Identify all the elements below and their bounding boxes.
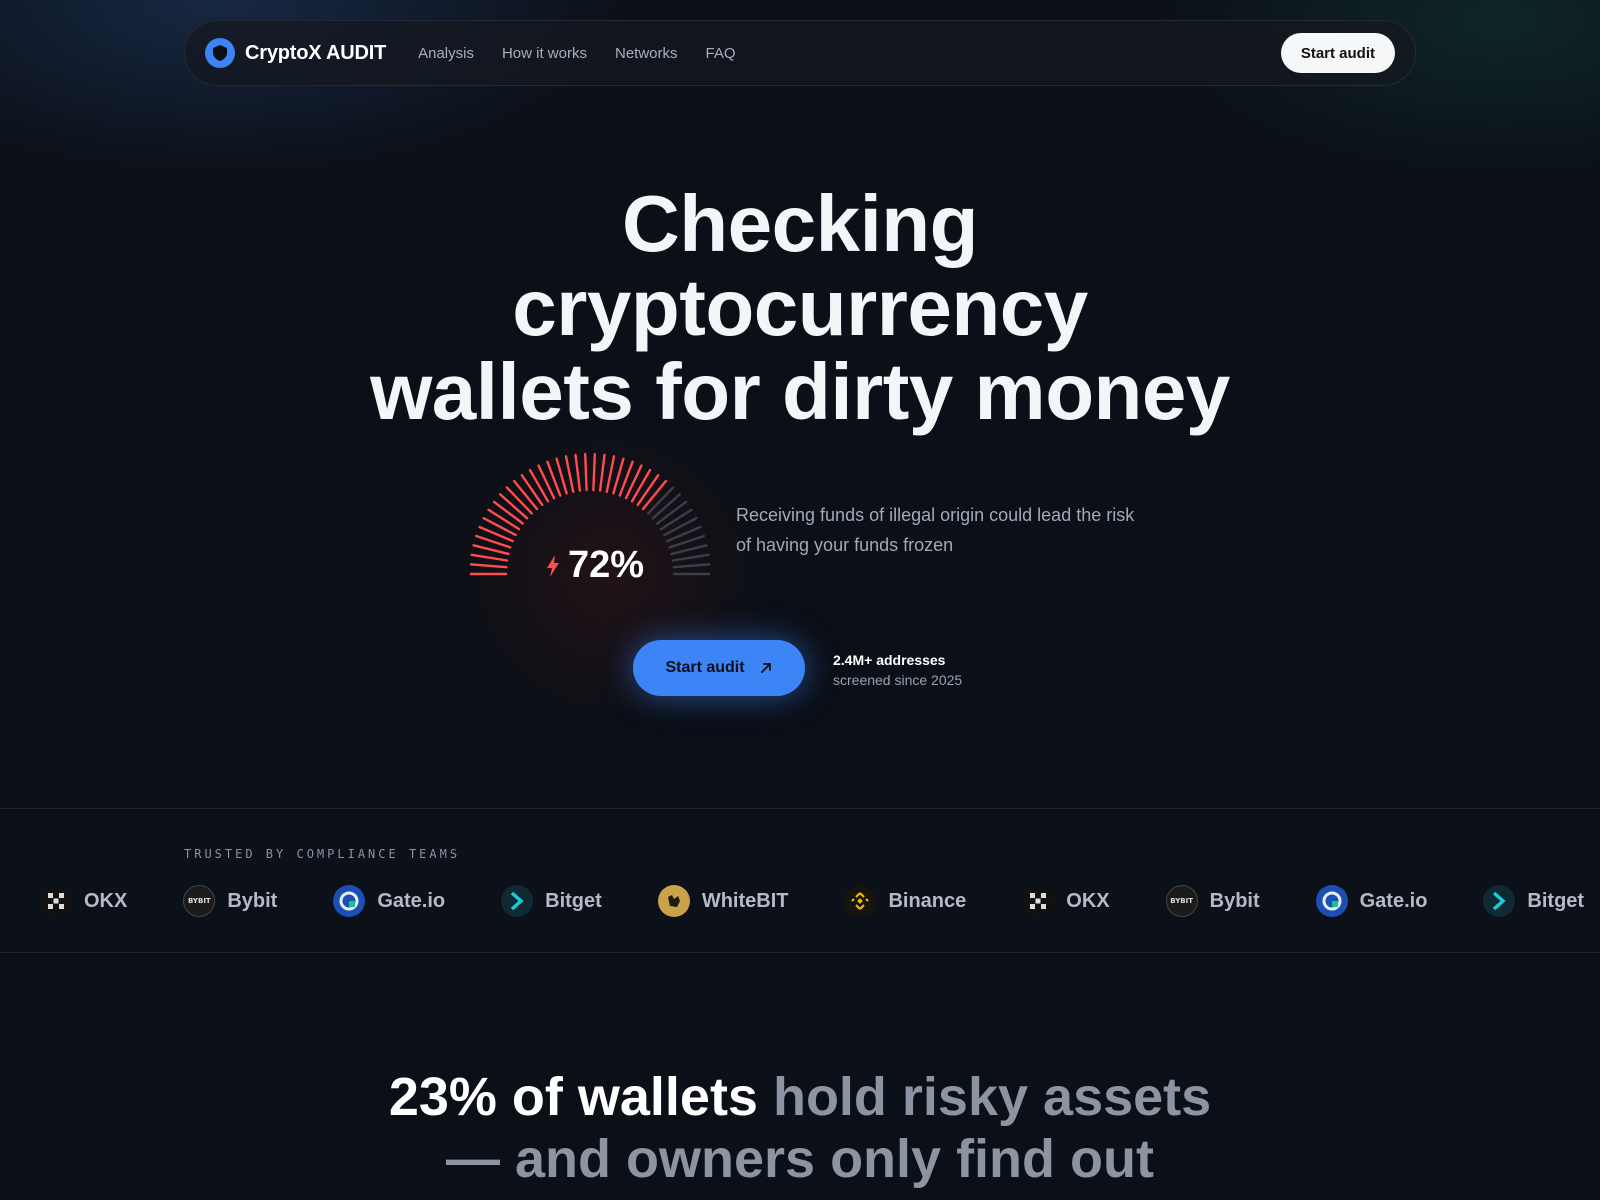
hero-title: Checking cryptocurrency wallets for dirt… [0,182,1600,434]
gauge-tick [482,516,517,537]
hero-title-line-1: Checking [621,179,979,268]
logo-label: Bitget [1527,889,1585,912]
addresses-stat: 2.4M+ addresses screened since 2025 [833,650,962,690]
logo-label: WhiteBIT [701,889,789,912]
exchange-logos: OKX BYBIT Bybit Gate.io Bitget WhiteBIT … [40,885,1584,917]
gauge-tick [651,493,682,520]
hero-title-line-2: cryptocurrency [512,263,1088,352]
gauge-tick [528,468,550,503]
headline-highlight: 23% of wallets [388,1067,758,1127]
logo-bybit: BYBIT Bybit [1165,885,1260,917]
start-audit-button[interactable]: Start audit [633,640,805,696]
gauge-tick [564,455,575,493]
nav-link-faq[interactable]: FAQ [706,45,736,62]
trusted-by-strip: TRUSTED BY COMPLIANCE TEAMS OKX BYBIT By… [0,808,1600,953]
lightning-icon [547,554,559,577]
nav-start-audit-button[interactable]: Start audit [1280,33,1395,73]
bitget-icon [501,885,534,917]
gauge-tick [605,455,616,493]
arrow-up-right-icon [760,663,771,673]
whitebit-icon [657,885,690,917]
gauge-tick [512,479,539,511]
gauge-tick [663,516,698,537]
bitget-icon [1483,885,1516,917]
logo-okx: OKX [1022,885,1110,917]
logo-label: Gate.io [1359,889,1428,912]
logo-bitget: Bitget [1483,885,1584,917]
gauge-tick [499,493,529,520]
gauge-tick [598,453,606,492]
gauge-tick [487,508,521,531]
brand[interactable]: CryptoX AUDIT [205,38,386,68]
logo-bybit: BYBIT Bybit [183,885,277,917]
logo-gateio: Gate.io [1315,885,1428,917]
gauge-tick [646,486,675,515]
logo-okx: OKX [40,885,127,917]
gauge-tick [671,553,710,562]
headline-line-1: 23% of wallets hold risky assets [0,1066,1600,1128]
logo-whitebit: WhiteBIT [657,885,789,917]
page: CryptoX AUDIT Analysis How it works Netw… [0,0,1600,1200]
nav-links: Analysis How it works Networks FAQ [418,45,735,62]
logo-label: Binance [888,889,967,912]
hero-title-line-3: wallets for dirty money [370,347,1230,436]
brand-name: CryptoX AUDIT [245,41,387,64]
gauge-tick [655,500,688,525]
hero-description: Receiving funds of illegal origin could … [736,505,1135,555]
gauge-value: 72% [568,544,645,586]
trusted-by-label: TRUSTED BY COMPLIANCE TEAMS [184,847,461,861]
risk-stats-headline: 23% of wallets hold risky assets — and o… [0,1066,1600,1190]
logo-binance: Binance [844,885,966,917]
gauge-tick [520,474,544,507]
gateio-icon [1315,885,1348,917]
shield-logo-icon [205,38,235,68]
gateio-icon [333,885,366,917]
gauge-tick [670,544,708,556]
gauge-tick [505,486,533,515]
gauge-tick [659,508,693,531]
logo-label: Bybit [227,889,278,912]
nav-link-how-it-works[interactable]: How it works [502,45,587,62]
okx-icon [1022,885,1055,917]
gauge-tick [583,452,588,492]
gauge-tick [574,453,582,492]
addresses-since: screened since 2025 [833,672,963,688]
nav-link-networks[interactable]: Networks [615,45,678,62]
top-navbar: CryptoX AUDIT Analysis How it works Netw… [184,20,1416,86]
gauge-tick [492,500,524,525]
gauge-tick [630,468,652,503]
nav-link-analysis[interactable]: Analysis [418,45,474,62]
gauge-tick [636,474,660,507]
bybit-icon: BYBIT [1165,885,1198,917]
logo-label: Gate.io [377,889,446,912]
start-audit-label: Start audit [665,659,745,676]
logo-label: OKX [84,889,128,912]
gauge-tick [472,544,510,556]
logo-bitget: Bitget [501,885,602,917]
gauge-tick [641,479,668,511]
gauge-tick [470,563,508,569]
gauge-tick [592,452,597,492]
binance-icon [844,885,877,917]
gauge-readout: 72% [546,544,644,587]
okx-icon [40,885,72,917]
logo-label: Bybit [1209,889,1260,912]
addresses-count: 2.4M+ addresses [833,652,946,668]
gauge-tick [672,563,710,569]
bybit-icon: BYBIT [183,885,216,917]
logo-label: Bitget [545,889,602,912]
logo-gateio: Gate.io [333,885,445,917]
logo-label: OKX [1066,889,1110,912]
headline-rest: hold risky assets [757,1067,1212,1127]
gauge-tick [470,553,509,562]
headline-line-2: — and owners only find out [446,1129,1154,1189]
